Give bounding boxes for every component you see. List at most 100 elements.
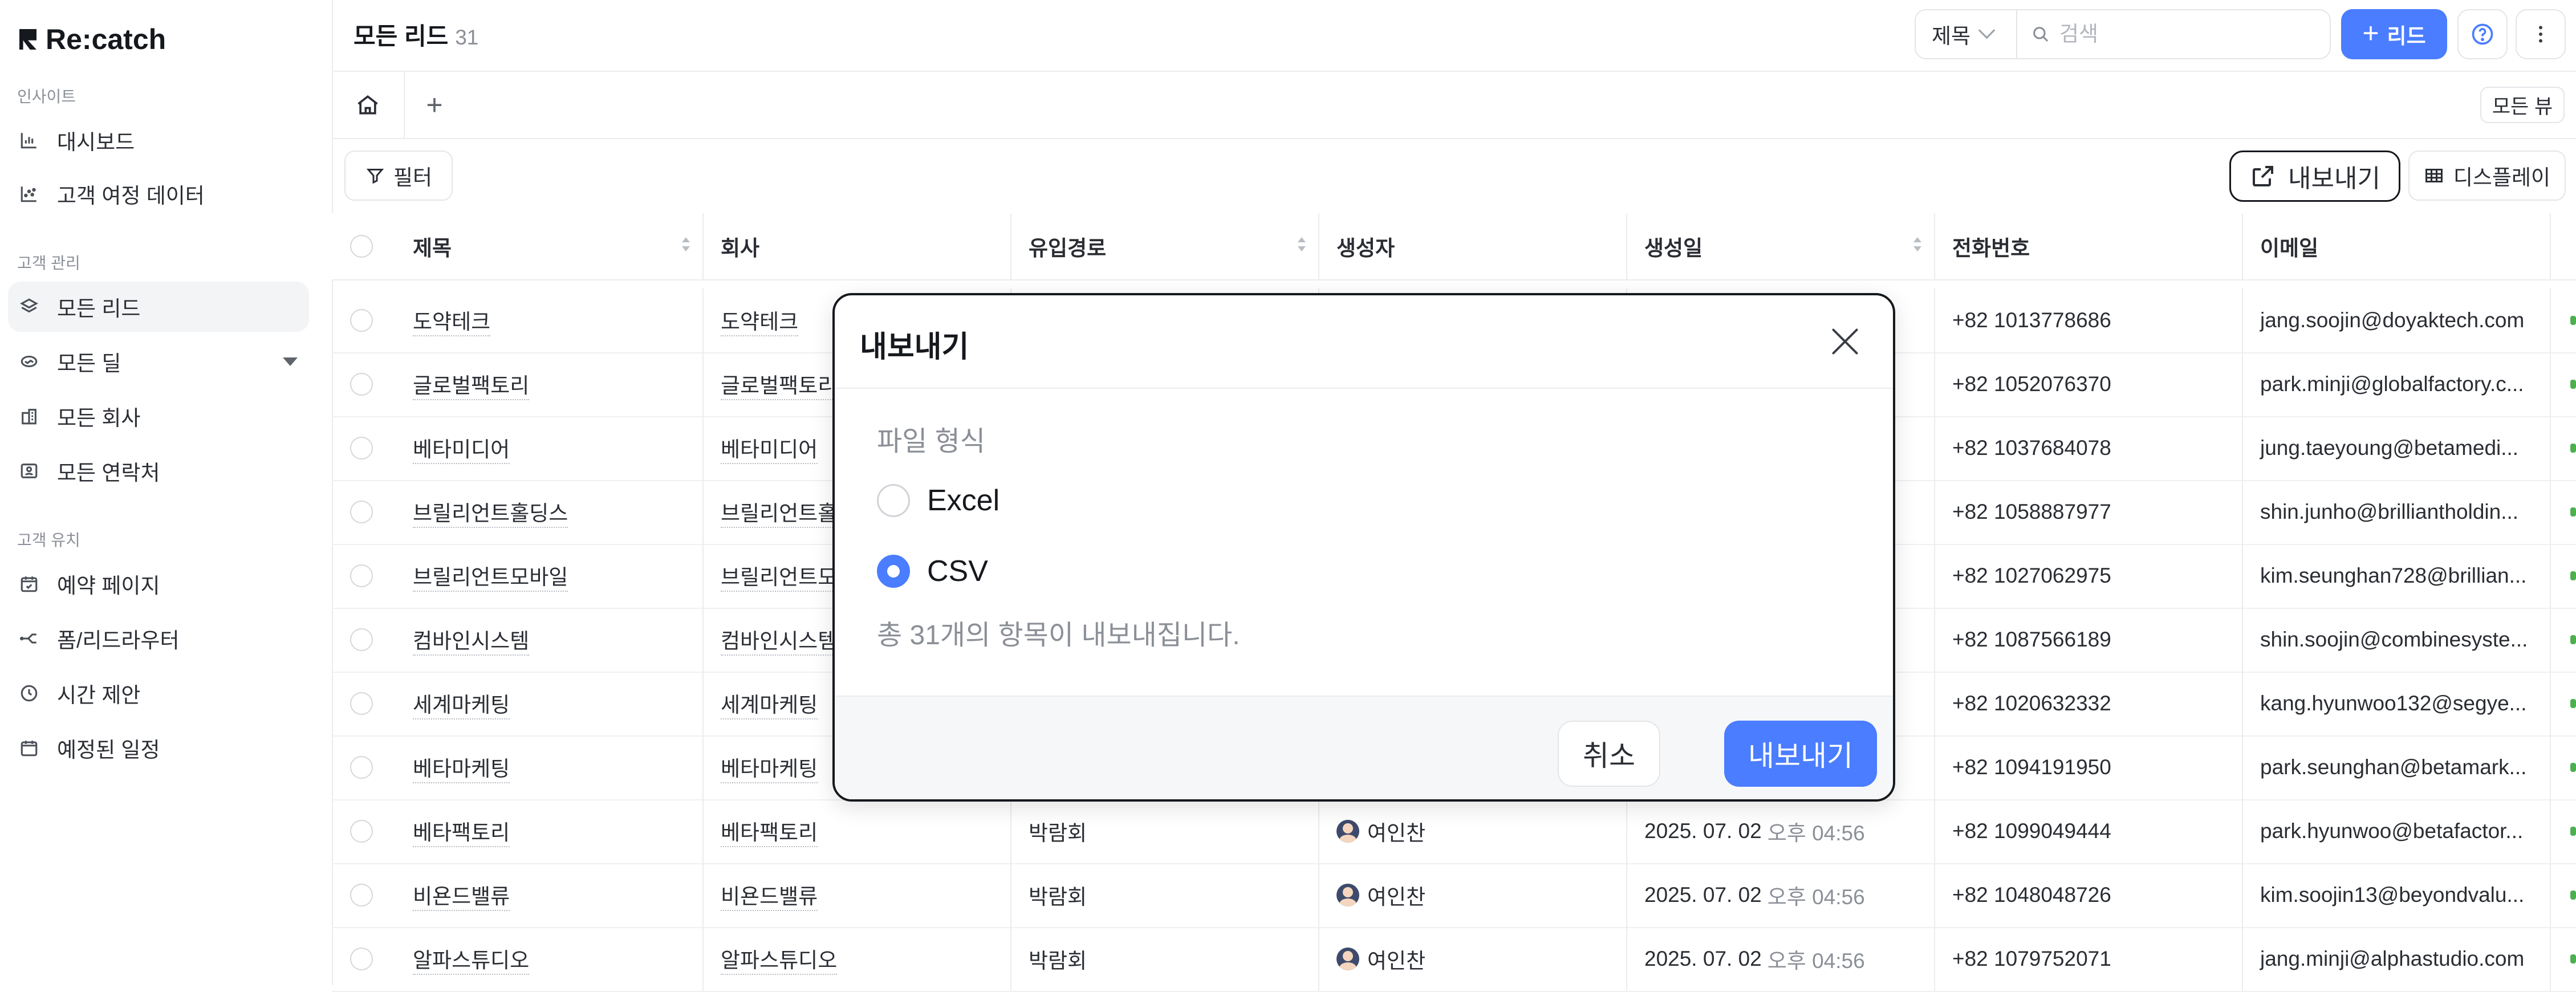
cell-created-date[interactable]: 2025. 07. 02 오후 04:56 [1627,927,1935,991]
more-options-button[interactable] [2516,9,2566,59]
row-checkbox-cell[interactable] [332,927,396,991]
cell-title[interactable]: 베타마케팅 [396,735,704,799]
cell-creator[interactable]: 여인찬 [1319,927,1627,991]
cell-source[interactable]: 박람회 [1011,927,1319,991]
sort-icon[interactable] [1913,237,1921,255]
cell-creator[interactable]: 여인찬 [1319,799,1627,863]
sidebar-item-form-router[interactable]: 폼/리드라우터 [8,613,309,664]
column-header-phone[interactable]: 전화번호 [1935,213,2243,279]
add-view-button[interactable]: + [417,88,452,122]
row-checkbox[interactable] [350,437,373,460]
row-checkbox-cell[interactable] [332,863,396,927]
column-header-source[interactable]: 유입경로 [1011,213,1319,279]
search-input[interactable] [2058,22,2311,47]
select-all-checkbox[interactable] [350,235,373,258]
sidebar-item-all-companies[interactable]: 모든 회사 [8,391,309,441]
row-checkbox[interactable] [350,373,373,396]
column-header-created-date[interactable]: 생성일 [1627,213,1935,279]
cell-email[interactable]: shin.junho@brilliantholdin... [2243,480,2551,544]
table-row[interactable]: 비욘드밸류 비욘드밸류 박람회 여인찬 2025. 07. 02 오후 04:56 +82 … [332,863,2576,928]
cell-company[interactable]: 베타팩토리 [704,799,1011,863]
search-field-select[interactable]: 제목 [1915,9,2017,59]
brand-logo[interactable]: Re:catch [19,23,166,56]
export-button[interactable]: 내보내기 [2229,151,2400,202]
cell-phone[interactable]: +82 1020632332 [1935,672,2243,735]
cell-title[interactable]: 베타미디어 [396,416,704,480]
format-option-excel[interactable]: Excel [877,483,999,518]
cell-phone[interactable]: +82 1048048726 [1935,863,2243,927]
cell-phone[interactable]: +82 1079752071 [1935,927,2243,991]
cell-title[interactable]: 알파스튜디오 [396,927,704,991]
row-checkbox[interactable] [350,820,373,843]
cell-company[interactable]: 알파스튜디오 [704,927,1011,991]
radio-excel[interactable] [877,484,910,517]
cell-title[interactable]: 도약테크 [396,288,704,352]
cell-created-date[interactable]: 2025. 07. 02 오후 04:56 [1627,799,1935,863]
cell-phone[interactable]: +82 1052076370 [1935,352,2243,416]
cell-phone[interactable]: +82 1058887977 [1935,480,2243,544]
format-option-csv[interactable]: CSV [877,554,988,588]
cell-title[interactable]: 비욘드밸류 [396,863,704,927]
cell-email[interactable]: park.seunghan@betamark... [2243,735,2551,799]
row-checkbox[interactable] [350,884,373,906]
row-checkbox[interactable] [350,692,373,715]
sidebar-item-all-deals[interactable]: 모든 딜 [8,336,309,387]
cell-title[interactable]: 세계마케팅 [396,672,704,735]
cell-email[interactable]: jang.soojin@doyaktech.com [2243,288,2551,352]
cell-title[interactable]: 브릴리언트모바일 [396,544,704,608]
row-checkbox-cell[interactable] [332,288,396,352]
cell-email[interactable]: shin.soojin@combinesyste... [2243,608,2551,672]
search-box[interactable] [2016,9,2331,59]
row-checkbox-cell[interactable] [332,480,396,544]
cell-phone[interactable]: +82 1094191950 [1935,735,2243,799]
row-checkbox-cell[interactable] [332,416,396,480]
row-checkbox[interactable] [350,948,373,970]
sidebar-item-customer-journey[interactable]: 고객 여정 데이터 [8,169,309,219]
table-row[interactable]: 알파스튜디오 알파스튜디오 박람회 여인찬 2025. 07. 02 오후 04:56 +8… [332,927,2576,992]
cell-creator[interactable]: 여인찬 [1319,863,1627,927]
row-checkbox[interactable] [350,564,373,587]
cell-email[interactable]: jung.taeyoung@betamedi... [2243,416,2551,480]
column-header-email[interactable]: 이메일 [2243,213,2551,279]
cell-phone[interactable]: +82 1027062975 [1935,544,2243,608]
cell-source[interactable]: 박람회 [1011,863,1319,927]
row-checkbox[interactable] [350,501,373,523]
column-header-company[interactable]: 회사 [704,213,1011,279]
display-button[interactable]: 디스플레이 [2408,151,2566,201]
cell-phone[interactable]: +82 1099049444 [1935,799,2243,863]
table-row[interactable]: 베타팩토리 베타팩토리 박람회 여인찬 2025. 07. 02 오후 04:56 +82 … [332,799,2576,864]
sidebar-item-booking-page[interactable]: 예약 페이지 [8,559,309,609]
sidebar-item-dashboard[interactable]: 대시보드 [8,115,309,165]
confirm-export-button[interactable]: 내보내기 [1724,721,1877,787]
cell-title[interactable]: 컴바인시스템 [396,608,704,672]
row-checkbox-cell[interactable] [332,544,396,608]
cell-email[interactable]: kim.soojin13@beyondvalu... [2243,863,2551,927]
row-checkbox[interactable] [350,309,373,332]
sidebar-item-all-leads[interactable]: 모든 리드 [8,282,309,332]
row-checkbox[interactable] [350,628,373,651]
cell-email[interactable]: kang.hyunwoo132@segye... [2243,672,2551,735]
close-icon[interactable] [1829,325,1861,357]
cell-email[interactable]: kim.seunghan728@brillian... [2243,544,2551,608]
row-checkbox-cell[interactable] [332,735,396,799]
add-lead-button[interactable]: + 리드 [2341,9,2447,59]
cell-phone[interactable]: +82 1013778686 [1935,288,2243,352]
sort-icon[interactable] [1298,237,1306,255]
column-header-creator[interactable]: 생성자 [1319,213,1627,279]
sidebar-item-time-proposal[interactable]: 시간 제안 [8,668,309,718]
help-button[interactable] [2457,9,2508,59]
cell-email[interactable]: park.minji@globalfactory.c... [2243,352,2551,416]
cell-source[interactable]: 박람회 [1011,799,1319,863]
row-checkbox-cell[interactable] [332,799,396,863]
chevron-down-icon[interactable] [283,357,298,366]
sidebar-item-all-contacts[interactable]: 모든 연락처 [8,446,309,496]
all-views-button[interactable]: 모든 뷰 [2480,87,2565,123]
cell-phone[interactable]: +82 1087566189 [1935,608,2243,672]
tab-home[interactable] [332,72,405,138]
cell-title[interactable]: 글로벌팩토리 [396,352,704,416]
row-checkbox-cell[interactable] [332,672,396,735]
row-checkbox-cell[interactable] [332,608,396,672]
cell-company[interactable]: 비욘드밸류 [704,863,1011,927]
cell-email[interactable]: jang.minji@alphastudio.com [2243,927,2551,991]
row-checkbox[interactable] [350,756,373,779]
